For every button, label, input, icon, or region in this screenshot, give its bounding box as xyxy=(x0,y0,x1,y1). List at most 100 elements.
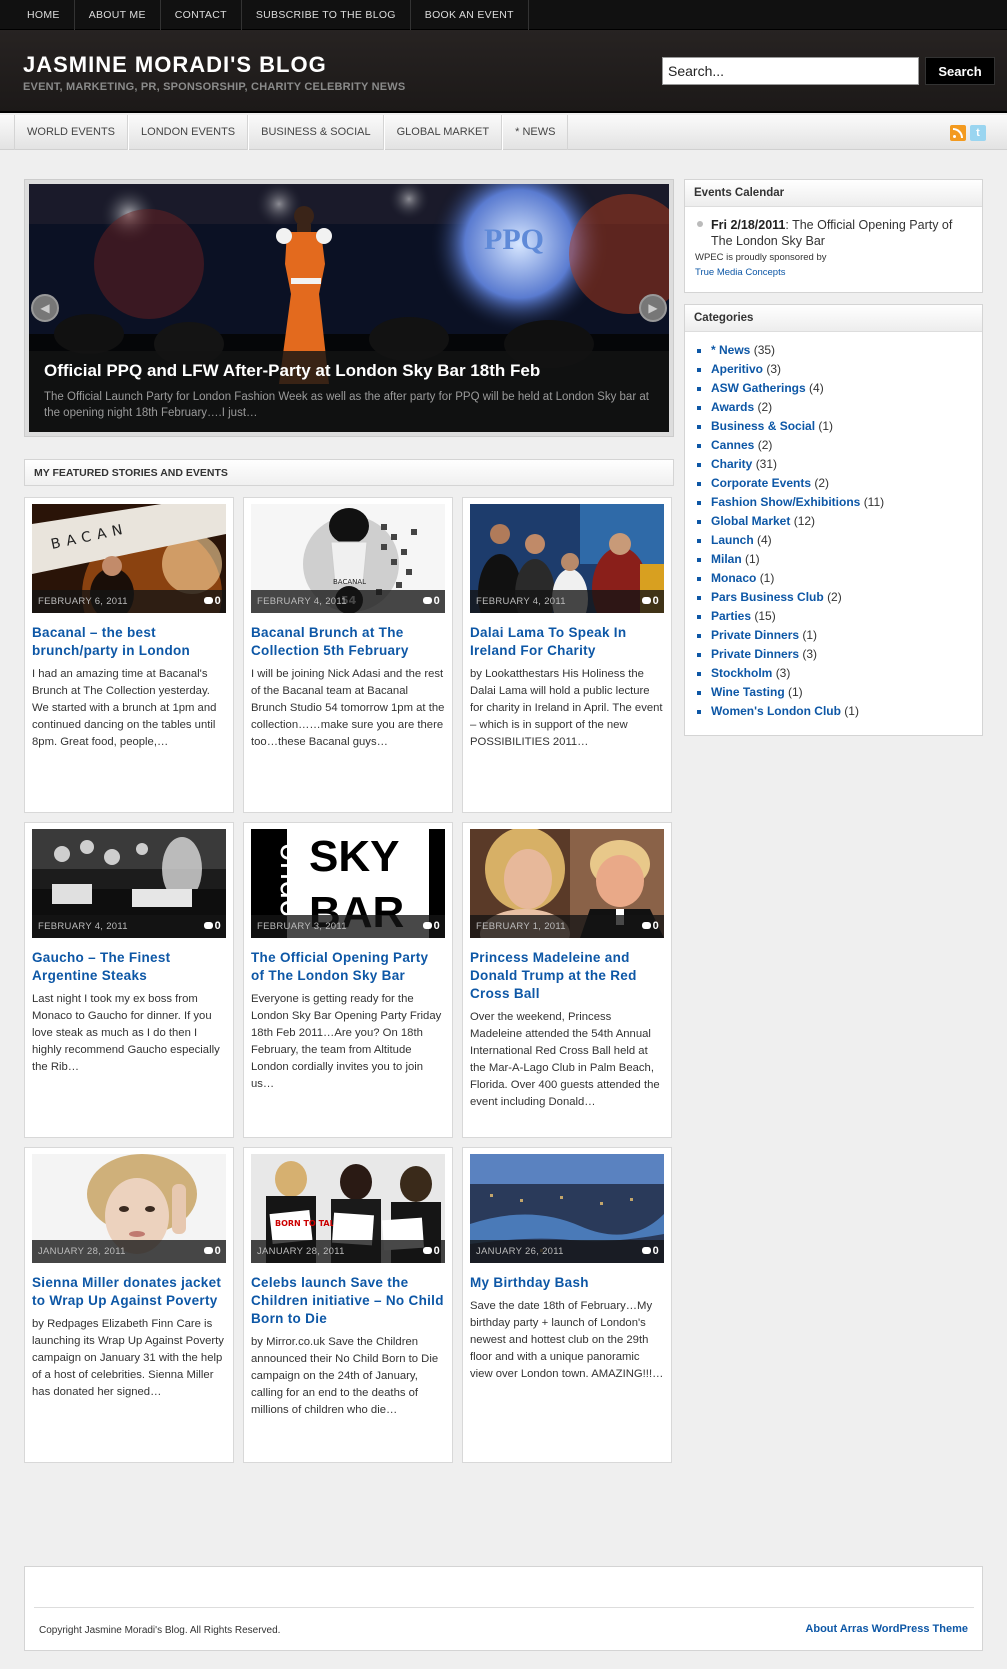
comment-icon xyxy=(203,1247,213,1254)
post-thumbnail[interactable]: FEBRUARY 4, 2011 0 xyxy=(470,504,664,613)
category-link[interactable]: Parties xyxy=(711,609,751,623)
post-date: FEBRUARY 6, 2011 xyxy=(38,596,128,607)
category-link[interactable]: Private Dinners xyxy=(711,647,799,661)
post-thumbnail[interactable]: ondo SKY BAR FEBRUARY 3, 2011 0 xyxy=(251,829,445,938)
category-link[interactable]: Aperitivo xyxy=(711,362,763,376)
post-title[interactable]: Sienna Miller donates jacket to Wrap Up … xyxy=(32,1274,226,1310)
category-count: (3) xyxy=(775,666,791,680)
nav-home[interactable]: HOME xyxy=(13,0,75,30)
post-title[interactable]: Celebs launch Save the Children initiati… xyxy=(251,1274,445,1328)
post-date: JANUARY 28, 2011 xyxy=(38,1246,126,1257)
comment-count[interactable]: 0 xyxy=(422,590,440,613)
category-link[interactable]: ASW Gatherings xyxy=(711,381,806,395)
post-title[interactable]: Princess Madeleine and Donald Trump at t… xyxy=(470,949,664,1003)
post-card: FEBRUARY 1, 2011 0 Princess Madeleine and… xyxy=(462,822,672,1138)
category-link[interactable]: Awards xyxy=(711,400,754,414)
comment-count[interactable]: 0 xyxy=(203,915,221,938)
comment-count[interactable]: 0 xyxy=(641,1240,659,1263)
post-thumbnail[interactable]: BORN TO TALK JANUARY 28, 2011 0 xyxy=(251,1154,445,1263)
nav-business-social[interactable]: BUSINESS & SOCIAL xyxy=(248,115,384,150)
category-link[interactable]: Launch xyxy=(711,533,754,547)
featured-slider: PPQ ◀ ▶ Official PPQ and LFW After-Party… xyxy=(24,179,674,437)
category-link[interactable]: Private Dinners xyxy=(711,628,799,642)
post-thumbnail[interactable]: BACANAL 54 FEBRUARY 4, 20110 xyxy=(251,504,445,613)
comment-count[interactable]: 0 xyxy=(203,1240,221,1263)
comment-icon xyxy=(203,922,213,929)
nav-about-me[interactable]: ABOUT ME xyxy=(75,0,161,30)
category-link[interactable]: Business & Social xyxy=(711,419,815,433)
category-item: Corporate Events (2) xyxy=(697,474,982,493)
svg-text:BACANAL: BACANAL xyxy=(333,578,366,586)
post-card: BORN TO TALK JANUARY 28, 2011 0 Celebs la… xyxy=(243,1147,453,1463)
post-title[interactable]: Dalai Lama To Speak In Ireland For Chari… xyxy=(470,624,664,660)
category-link[interactable]: Stockholm xyxy=(711,666,772,680)
comment-count[interactable]: 0 xyxy=(641,590,659,613)
comment-count[interactable]: 0 xyxy=(422,1240,440,1263)
category-count: (2) xyxy=(814,476,830,490)
twitter-icon[interactable]: t xyxy=(970,125,986,141)
post-title[interactable]: The Official Opening Party of The London… xyxy=(251,949,445,985)
category-link[interactable]: Fashion Show/Exhibitions xyxy=(711,495,860,509)
category-item: Aperitivo (3) xyxy=(697,360,982,379)
search-input[interactable] xyxy=(662,57,919,85)
category-count: (11) xyxy=(863,495,885,509)
category-count: (1) xyxy=(818,419,834,433)
post-thumbnail[interactable]: JANUARY 28, 2011 0 xyxy=(32,1154,226,1263)
site-title[interactable]: JASMINE MORADI'S BLOG xyxy=(23,52,327,78)
widget-title: Categories xyxy=(685,305,982,332)
category-item: * News (35) xyxy=(697,341,982,360)
nav-book-event[interactable]: BOOK AN EVENT xyxy=(411,0,529,30)
category-link[interactable]: Milan xyxy=(711,552,742,566)
category-link[interactable]: Corporate Events xyxy=(711,476,811,490)
category-link[interactable]: Women's London Club xyxy=(711,704,841,718)
post-thumbnail[interactable]: FEBRUARY 4, 2011 0 xyxy=(32,829,226,938)
nav-news[interactable]: * NEWS xyxy=(502,115,569,150)
category-item: Fashion Show/Exhibitions (11) xyxy=(697,493,982,512)
post-date: FEBRUARY 4, 2011 xyxy=(38,921,128,932)
slider-prev-button[interactable]: ◀ xyxy=(31,294,59,322)
comment-count[interactable]: 0 xyxy=(203,590,221,613)
category-link[interactable]: Global Market xyxy=(711,514,790,528)
post-thumbnail[interactable]: BACAN FEBRUARY 6, 2011 0 xyxy=(32,504,226,613)
post-title[interactable]: Bacanal Brunch at The Collection 5th Feb… xyxy=(251,624,445,660)
comment-count[interactable]: 0 xyxy=(641,915,659,938)
category-count: (1) xyxy=(759,571,775,585)
post-title[interactable]: My Birthday Bash xyxy=(470,1274,664,1292)
comment-count[interactable]: 0 xyxy=(422,915,440,938)
category-count: (1) xyxy=(745,552,760,566)
category-link[interactable]: Monaco xyxy=(711,571,756,585)
nav-global-market[interactable]: GLOBAL MARKET xyxy=(383,115,503,150)
nav-london-events[interactable]: LONDON EVENTS xyxy=(128,115,249,150)
category-item: Monaco (1) xyxy=(697,569,982,588)
category-item: Global Market (12) xyxy=(697,512,982,531)
category-count: (35) xyxy=(753,343,776,357)
sponsor-link[interactable]: True Media Concepts xyxy=(685,263,982,278)
category-item: Stockholm (3) xyxy=(697,664,982,683)
search-button[interactable]: Search xyxy=(925,57,995,85)
post-excerpt: Last night I took my ex boss from Monaco… xyxy=(32,993,220,1073)
category-link[interactable]: Pars Business Club xyxy=(711,590,824,604)
post-thumbnail[interactable]: JANUARY 26, 2011 0 xyxy=(470,1154,664,1263)
theme-link[interactable]: About Arras WordPress Theme xyxy=(805,1623,968,1635)
category-link[interactable]: Charity xyxy=(711,457,752,471)
post-card: BACAN FEBRUARY 6, 2011 0 Bacanal – the be… xyxy=(24,497,234,813)
post-card: JANUARY 28, 2011 0 Sienna Miller donates … xyxy=(24,1147,234,1463)
nav-subscribe[interactable]: SUBSCRIBE TO THE BLOG xyxy=(242,0,411,30)
post-date: FEBRUARY 4, 2011 xyxy=(257,596,347,607)
nav-world-events[interactable]: WORLD EVENTS xyxy=(14,115,129,150)
slide-title[interactable]: Official PPQ and LFW After-Party at Lond… xyxy=(44,361,654,381)
category-item: Wine Tasting (1) xyxy=(697,683,982,702)
post-title[interactable]: Bacanal – the best brunch/party in Londo… xyxy=(32,624,226,660)
category-link[interactable]: Cannes xyxy=(711,438,754,452)
category-count: (4) xyxy=(757,533,772,547)
category-link[interactable]: Wine Tasting xyxy=(711,685,785,699)
rss-icon[interactable] xyxy=(950,125,966,141)
post-title[interactable]: Gaucho – The Finest Argentine Steaks xyxy=(32,949,226,985)
calendar-entry[interactable]: Fri 2/18/2011: The Official Opening Part… xyxy=(685,207,982,249)
comment-icon xyxy=(641,1247,651,1254)
slider-next-button[interactable]: ▶ xyxy=(639,294,667,322)
post-thumbnail[interactable]: FEBRUARY 1, 2011 0 xyxy=(470,829,664,938)
category-link[interactable]: * News xyxy=(711,343,750,357)
category-item: Awards (2) xyxy=(697,398,982,417)
nav-contact[interactable]: CONTACT xyxy=(161,0,242,30)
